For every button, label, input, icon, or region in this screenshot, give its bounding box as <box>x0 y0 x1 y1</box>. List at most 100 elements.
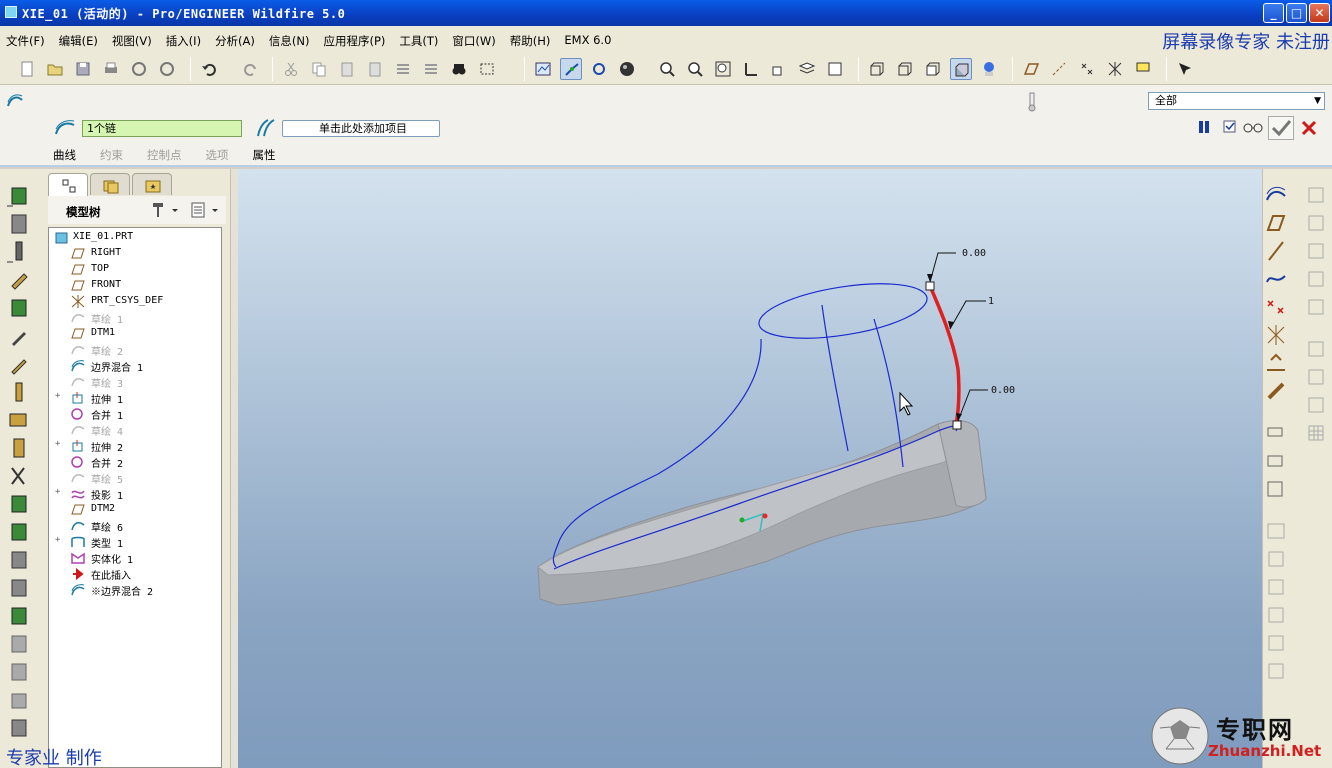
panel-splitter[interactable] <box>230 169 238 768</box>
sweep-surface-icon[interactable] <box>1305 240 1327 262</box>
tab-options[interactable]: 选项 <box>206 147 229 163</box>
warp-tool-icon[interactable] <box>1265 632 1287 654</box>
selection-filter-select[interactable]: 全部 ▼ <box>1148 92 1325 110</box>
round-surface-icon[interactable] <box>1305 394 1327 416</box>
helical-sweep-icon[interactable] <box>1265 604 1287 626</box>
pattern-tool-icon[interactable] <box>4 604 34 630</box>
save-button[interactable] <box>72 58 94 80</box>
close-button[interactable]: ✕ <box>1309 3 1330 23</box>
toroidal-bend-icon[interactable] <box>1265 660 1287 682</box>
blend-surface-icon[interactable] <box>1305 268 1327 290</box>
menu-info[interactable]: 信息(N) <box>269 33 310 49</box>
extrude-tool-icon[interactable] <box>4 324 34 350</box>
curve-tool-icon[interactable] <box>1265 268 1287 290</box>
boundary-blend-tool-icon[interactable] <box>1265 184 1287 206</box>
context-help-button[interactable] <box>1174 58 1196 80</box>
swept-blend-icon[interactable] <box>1265 576 1287 598</box>
expand-icon[interactable]: + <box>55 439 60 449</box>
extend-tool-icon[interactable] <box>4 716 34 742</box>
datum-points-toggle[interactable] <box>1076 58 1098 80</box>
minimize-button[interactable]: _ <box>1263 3 1284 23</box>
hole-tool-icon[interactable] <box>4 436 34 462</box>
rib-tool-icon[interactable] <box>4 492 34 518</box>
tab-folder-browser[interactable] <box>90 173 130 195</box>
blend-tool-icon[interactable] <box>4 408 34 434</box>
intersect-tool-icon[interactable] <box>1265 478 1287 500</box>
redo-button[interactable] <box>240 58 262 80</box>
chain-link-tool-icon[interactable] <box>1265 380 1287 402</box>
menu-emx[interactable]: EMX 6.0 <box>564 33 611 49</box>
merge-tool-icon[interactable] <box>4 660 34 686</box>
csys-tool-icon[interactable] <box>1265 324 1287 346</box>
new-file-button[interactable] <box>16 58 38 80</box>
second-direction-icon[interactable] <box>254 118 276 138</box>
regen-manager-button[interactable] <box>420 58 442 80</box>
pause-icon[interactable] <box>1196 119 1212 135</box>
spin-center-button[interactable] <box>560 58 582 80</box>
bottom-vertex-handle[interactable] <box>952 420 962 430</box>
table-tool-icon[interactable] <box>1305 422 1327 444</box>
first-direction-chain-field[interactable]: 1个链 <box>82 120 242 137</box>
thicken-tool-icon[interactable] <box>1265 450 1287 472</box>
zoom-in-button[interactable] <box>656 58 678 80</box>
send-link-button[interactable] <box>156 58 178 80</box>
mirror-tool-icon[interactable] <box>4 632 34 658</box>
cut-button[interactable] <box>280 58 302 80</box>
datum-plane-tool-icon[interactable] <box>4 184 34 210</box>
paste-button[interactable] <box>336 58 358 80</box>
offset-tool-icon[interactable] <box>1265 422 1287 444</box>
menu-applications[interactable]: 应用程序(P) <box>323 33 385 49</box>
tab-constraints[interactable]: 约束 <box>100 147 123 163</box>
trim-surface-icon[interactable] <box>1305 366 1327 388</box>
tab-control-points[interactable]: 控制点 <box>147 147 182 163</box>
axis-tool-icon[interactable] <box>1265 240 1287 262</box>
print-button[interactable] <box>100 58 122 80</box>
menu-analysis[interactable]: 分析(A) <box>215 33 255 49</box>
revolve-surface-icon[interactable] <box>1305 212 1327 234</box>
style-tool-icon[interactable] <box>1265 520 1287 542</box>
point-tool-icon[interactable] <box>1265 296 1287 318</box>
layers-button[interactable] <box>796 58 818 80</box>
draft-tool-icon[interactable] <box>4 520 34 546</box>
datum-axes-toggle[interactable] <box>1048 58 1070 80</box>
shell-tool-icon[interactable] <box>4 464 34 490</box>
refit-button[interactable] <box>712 58 734 80</box>
appearance-button[interactable] <box>978 58 1000 80</box>
tab-favorites[interactable] <box>132 173 172 195</box>
first-direction-icon[interactable] <box>54 118 76 138</box>
second-direction-collector[interactable]: 单击此处添加项目 <box>282 120 440 137</box>
menu-insert[interactable]: 插入(I) <box>166 33 201 49</box>
menu-view[interactable]: 视图(V) <box>112 33 152 49</box>
tree-show-icon[interactable] <box>190 201 222 219</box>
no-hidden-button[interactable] <box>922 58 944 80</box>
find-button[interactable] <box>448 58 470 80</box>
cancel-x-icon[interactable] <box>1300 119 1318 137</box>
select-box-button[interactable] <box>476 58 498 80</box>
shading-button[interactable] <box>616 58 638 80</box>
menu-tools[interactable]: 工具(T) <box>399 33 438 49</box>
copy-button[interactable] <box>308 58 330 80</box>
plane-tool-icon[interactable] <box>1265 212 1287 234</box>
tab-model-tree[interactable] <box>48 173 88 196</box>
sweep-tool-icon[interactable] <box>4 380 34 406</box>
accept-checkmark-icon[interactable] <box>1268 116 1294 140</box>
send-mail-button[interactable] <box>128 58 150 80</box>
open-file-button[interactable] <box>44 58 66 80</box>
tree-settings-icon[interactable] <box>150 201 180 219</box>
reorient-button[interactable] <box>740 58 762 80</box>
shaded-button[interactable] <box>950 58 972 80</box>
revolve-tool-icon[interactable] <box>4 352 34 378</box>
tab-curves[interactable]: 曲线 <box>53 147 76 163</box>
tab-properties[interactable]: 属性 <box>253 147 276 163</box>
menu-edit[interactable]: 编辑(E) <box>59 33 98 49</box>
point-tool-icon[interactable] <box>4 268 34 294</box>
menu-help[interactable]: 帮助(H) <box>510 33 551 49</box>
regenerate-button[interactable] <box>392 58 414 80</box>
verify-checkbox-icon[interactable] <box>1222 119 1238 135</box>
mirror-surface-icon[interactable] <box>1305 338 1327 360</box>
annotations-toggle[interactable] <box>1132 58 1154 80</box>
expand-icon[interactable]: + <box>55 391 60 401</box>
view-manager-button[interactable] <box>824 58 846 80</box>
fill-surface-icon[interactable] <box>1305 184 1327 206</box>
csys-tool-icon[interactable] <box>4 296 34 322</box>
